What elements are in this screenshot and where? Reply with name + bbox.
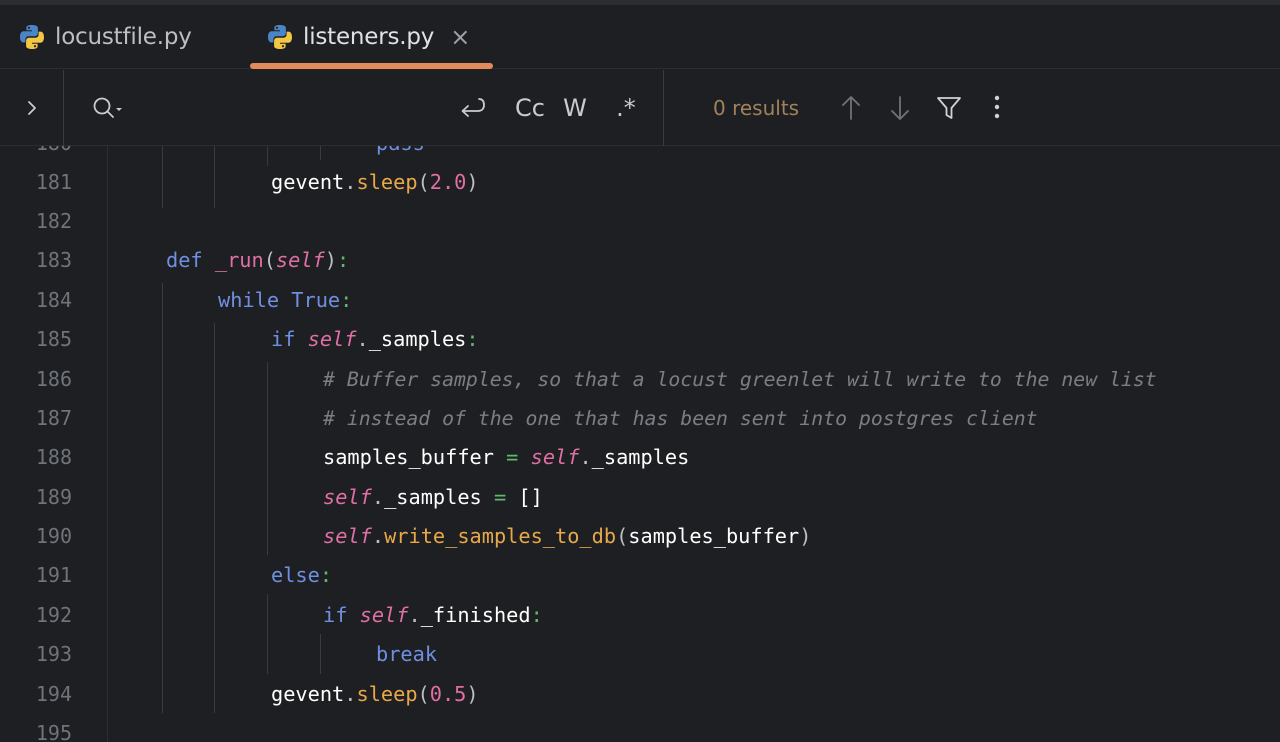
line-number: 189 [35, 485, 72, 509]
line-number: 194 [35, 682, 72, 706]
chevron-right-icon [27, 101, 36, 115]
preserve-case-button[interactable] [454, 92, 490, 124]
search-history-button[interactable] [90, 94, 130, 122]
code-line: 184 while True: [0, 281, 1280, 320]
code-line: 186 # Buffer samples, so that a locust g… [0, 360, 1280, 399]
code-line: 190 self.write_samples_to_db(samples_buf… [0, 517, 1280, 556]
line-number: 195 [35, 721, 72, 742]
ide-window: locustfile.py listeners.py × Cc W .* 0 r… [0, 0, 1280, 742]
line-number: 184 [35, 288, 72, 312]
code-text: samples_buffer = self._samples [323, 445, 690, 469]
tab-listeners[interactable]: listeners.py × [266, 5, 470, 69]
line-number: 185 [35, 327, 72, 351]
code-line: 189 self._samples = [] [0, 478, 1280, 517]
arrow-up-icon [842, 96, 860, 120]
more-options-button[interactable] [979, 90, 1015, 126]
more-vertical-icon [994, 95, 1000, 119]
code-text: if self._finished: [323, 603, 543, 627]
code-line: 187 # instead of the one that has been s… [0, 399, 1280, 438]
code-line: 194 gevent.sleep(0.5) [0, 675, 1280, 714]
code-text: gevent.sleep(0.5) [271, 682, 479, 706]
search-input[interactable]: Cc W .* [64, 70, 664, 146]
line-number: 191 [35, 563, 72, 587]
results-count: 0 results [713, 96, 800, 120]
expand-replace-button[interactable] [0, 70, 64, 146]
filter-icon [937, 97, 961, 119]
line-number: 186 [35, 367, 72, 391]
line-number: 183 [35, 248, 72, 272]
code-text: def _run(self): [166, 248, 350, 272]
code-line: 185 if self._samples: [0, 320, 1280, 359]
code-text: self._samples = [] [323, 485, 543, 509]
match-case-button[interactable]: Cc [508, 92, 552, 124]
code-text: else: [271, 563, 333, 587]
editor-tab-bar: locustfile.py listeners.py × [0, 5, 1280, 69]
line-number: 188 [35, 445, 72, 469]
whole-words-button[interactable]: W [558, 92, 592, 124]
filter-button[interactable] [931, 90, 967, 126]
arrow-down-icon [891, 96, 909, 120]
tab-locustfile[interactable]: locustfile.py [18, 5, 192, 69]
line-number: 181 [35, 170, 72, 194]
code-editor[interactable]: 180 pass 181 gevent.sleep(2.0) 182 183 d… [0, 146, 1280, 742]
code-line: 182 [0, 202, 1280, 241]
python-icon [20, 25, 44, 49]
wrap-arrow-icon [461, 98, 485, 117]
code-line: 193 break [0, 635, 1280, 674]
line-number: 193 [35, 642, 72, 666]
find-bar: Cc W .* 0 results [0, 70, 1280, 146]
python-icon [268, 25, 292, 49]
code-line: 195 [0, 714, 1280, 742]
previous-occurrence-button[interactable] [833, 90, 869, 126]
code-line: 180 pass [0, 146, 1280, 163]
code-comment: # instead of the one that has been sent … [323, 407, 1038, 430]
tab-label: locustfile.py [55, 24, 192, 50]
code-line: 191 else: [0, 556, 1280, 595]
line-number: 192 [35, 603, 72, 627]
code-comment: # Buffer samples, so that a locust green… [323, 368, 1157, 391]
line-number: 182 [35, 209, 72, 233]
code-text: self.write_samples_to_db(samples_buffer) [323, 524, 812, 548]
code-line: 181 gevent.sleep(2.0) [0, 163, 1280, 202]
line-number: 180 [0, 146, 72, 163]
code-text: pass [376, 146, 425, 163]
line-number: 190 [35, 524, 72, 548]
regex-button[interactable]: .* [608, 92, 644, 124]
code-line: 192 if self._finished: [0, 596, 1280, 635]
code-line: 183 def _run(self): [0, 241, 1280, 280]
next-occurrence-button[interactable] [882, 90, 918, 126]
code-text: while True: [218, 288, 353, 312]
code-text: if self._samples: [271, 327, 479, 351]
line-number: 187 [35, 406, 72, 430]
active-tab-indicator [250, 63, 493, 69]
code-line: 188 samples_buffer = self._samples [0, 438, 1280, 477]
search-icon [93, 97, 122, 118]
code-text: gevent.sleep(2.0) [271, 170, 479, 194]
code-text: break [376, 642, 438, 666]
tab-label: listeners.py [303, 24, 435, 50]
close-icon[interactable]: × [450, 25, 470, 49]
